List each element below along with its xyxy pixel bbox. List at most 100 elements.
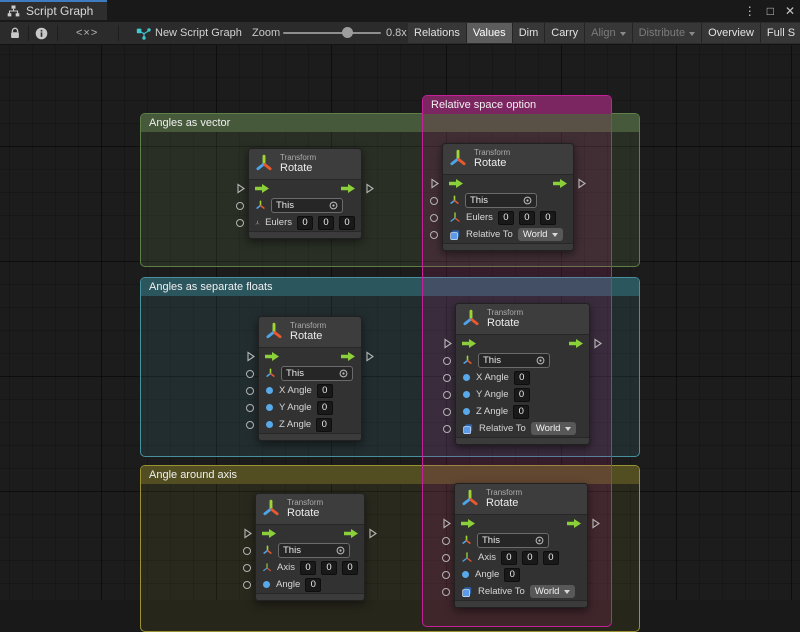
value-input[interactable]: 0 (342, 561, 358, 575)
value-input[interactable]: 0 (513, 405, 529, 419)
value-port[interactable] (236, 202, 244, 210)
value-input[interactable]: 0 (514, 388, 530, 402)
flow-port[interactable] (578, 178, 586, 189)
value-input[interactable]: 0 (522, 551, 538, 565)
window-menu-icon[interactable]: ⋮ (744, 0, 756, 22)
flow-arrow-icon (255, 184, 269, 193)
window-maximize-icon[interactable]: □ (767, 0, 774, 22)
tab-script-graph[interactable]: Script Graph (0, 0, 107, 20)
value-input[interactable]: 0 (543, 551, 559, 565)
node-transform-rotate[interactable]: Transform Rotate (442, 143, 574, 251)
value-port[interactable] (246, 421, 254, 429)
node-title: Rotate (280, 162, 316, 174)
value-input[interactable]: 0 (498, 211, 514, 225)
value-port[interactable] (243, 547, 251, 555)
value-port[interactable] (442, 588, 450, 596)
value-port[interactable] (246, 387, 254, 395)
value-input[interactable]: 0 (519, 211, 535, 225)
code-view-toggle[interactable]: <×> (76, 22, 98, 44)
this-field[interactable]: This (278, 543, 350, 558)
value-input[interactable]: 0 (501, 551, 517, 565)
value-input[interactable]: 0 (321, 561, 337, 575)
value-port[interactable] (443, 408, 451, 416)
value-input[interactable]: 0 (317, 384, 333, 398)
node-transform-rotate[interactable]: Transform Rotate (248, 148, 362, 239)
value-input[interactable]: 0 (504, 568, 520, 582)
flow-port[interactable] (244, 528, 252, 539)
value-port[interactable] (443, 391, 451, 399)
flow-port[interactable] (443, 518, 451, 529)
value-port[interactable] (246, 370, 254, 378)
node-header[interactable]: Transform Rotate (455, 484, 587, 515)
flow-port[interactable] (366, 183, 374, 194)
value-port[interactable] (442, 571, 450, 579)
flow-port[interactable] (369, 528, 377, 539)
port-label: Eulers (265, 217, 292, 228)
toolbar-button-label: Relations (414, 27, 460, 39)
value-input[interactable]: 0 (540, 211, 556, 225)
value-input[interactable]: 0 (514, 371, 530, 385)
graph-title[interactable]: New Script Graph (155, 22, 242, 44)
flow-port[interactable] (444, 338, 452, 349)
this-field[interactable]: This (271, 198, 343, 213)
node-transform-rotate[interactable]: Transform Rotate (454, 483, 588, 608)
value-port[interactable] (443, 425, 451, 433)
zoom-slider-track[interactable] (283, 32, 381, 34)
toolbar-button-relations[interactable]: Relations (408, 23, 467, 43)
value-port[interactable] (246, 404, 254, 412)
value-input[interactable]: 0 (316, 418, 332, 432)
node-header[interactable]: Transform Rotate (256, 494, 364, 525)
toolbar-button-full-s[interactable]: Full S (761, 23, 800, 43)
group-header[interactable]: Relative space option (423, 96, 611, 114)
node-transform-rotate[interactable]: Transform Rotate (455, 303, 590, 445)
node-header[interactable]: Transform Rotate (443, 144, 573, 175)
relative-to-dropdown[interactable]: World (518, 228, 564, 241)
flow-port[interactable] (431, 178, 439, 189)
flow-port[interactable] (594, 338, 602, 349)
value-input[interactable]: 0 (339, 216, 355, 230)
value-port[interactable] (443, 374, 451, 382)
this-field[interactable]: This (281, 366, 353, 381)
node-header[interactable]: Transform Rotate (456, 304, 589, 335)
value-port[interactable] (243, 564, 251, 572)
lock-icon[interactable] (6, 22, 24, 44)
window-close-icon[interactable]: ✕ (785, 0, 795, 22)
value-input[interactable]: 0 (317, 401, 333, 415)
this-field[interactable]: This (465, 193, 537, 208)
value-port[interactable] (442, 554, 450, 562)
value-port[interactable] (442, 537, 450, 545)
value-port[interactable] (443, 357, 451, 365)
value-input[interactable]: 0 (300, 561, 316, 575)
relative-to-dropdown[interactable]: World (530, 585, 576, 598)
node-transform-rotate[interactable]: Transform Rotate (255, 493, 365, 601)
node-header[interactable]: Transform Rotate (259, 317, 361, 348)
info-icon[interactable] (32, 22, 50, 44)
zoom-slider-handle[interactable] (342, 27, 353, 38)
value-input[interactable]: 0 (297, 216, 313, 230)
toolbar-button-carry[interactable]: Carry (545, 23, 585, 43)
value-input[interactable]: 0 (305, 578, 321, 592)
node-transform-rotate[interactable]: Transform Rotate (258, 316, 362, 441)
relative-to-dropdown[interactable]: World (531, 422, 577, 435)
toolbar-button-distribute[interactable]: Distribute (633, 23, 702, 43)
flow-port[interactable] (592, 518, 600, 529)
value-port[interactable] (430, 197, 438, 205)
this-field[interactable]: This (477, 533, 549, 548)
toolbar-button-align[interactable]: Align (585, 23, 632, 43)
this-field[interactable]: This (478, 353, 550, 368)
flow-port[interactable] (247, 351, 255, 362)
value-port[interactable] (430, 214, 438, 222)
flow-port[interactable] (237, 183, 245, 194)
toolbar-button-overview[interactable]: Overview (702, 23, 761, 43)
node-header[interactable]: Transform Rotate (249, 149, 361, 180)
flow-port[interactable] (366, 351, 374, 362)
graph-canvas[interactable]: Angles as vector Angles as separate floa… (0, 45, 800, 600)
value-port[interactable] (243, 581, 251, 589)
chevron-down-icon (552, 233, 558, 237)
toolbar-button-values[interactable]: Values (467, 23, 513, 43)
value-input[interactable]: 0 (318, 216, 334, 230)
flow-arrow-icon (262, 529, 276, 538)
value-port[interactable] (236, 219, 244, 227)
value-port[interactable] (430, 231, 438, 239)
toolbar-button-dim[interactable]: Dim (513, 23, 546, 43)
